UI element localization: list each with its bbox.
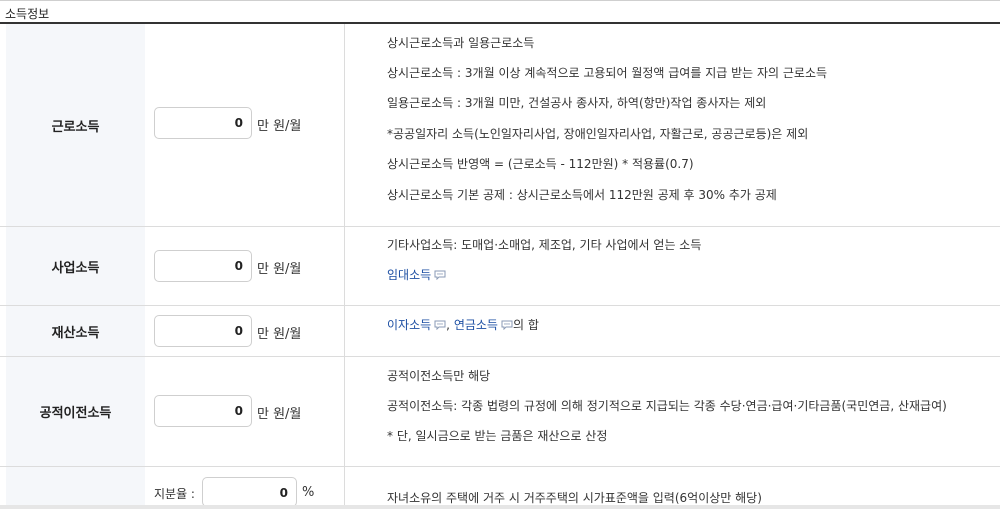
earned-income-input[interactable]: 0 (154, 107, 252, 139)
row-label: 사업소득 (6, 227, 145, 305)
row-label: 근로소득 (6, 24, 145, 226)
share-ratio-label: 지분율 : (154, 487, 195, 501)
section-header: 소득정보 (0, 0, 1000, 24)
property-income-input[interactable]: 0 (154, 315, 252, 347)
separator: , (446, 318, 454, 332)
share-ratio-unit: % (302, 485, 315, 500)
help-icon[interactable] (434, 320, 446, 330)
share-ratio-input[interactable]: 0 (202, 477, 297, 507)
property-desc: 이자소득, 연금소득 의 합 (387, 316, 539, 333)
desc-line: 기타사업소득: 도매업·소매업, 제조업, 기타 사업에서 얻는 소득 (387, 238, 702, 252)
row-housing: 지분율 : 0 % 자녀소유의 주택에 거주 시 거주주택의 시가표준액을 입력… (0, 467, 1000, 509)
unit-label: 만 원/월 (257, 407, 302, 422)
help-icon[interactable] (434, 270, 446, 280)
desc-line: 공적이전소득만 해당 (387, 369, 491, 383)
interest-income-link[interactable]: 이자소득 (387, 318, 431, 332)
desc-line: 공적이전소득: 각종 법령의 규정에 의해 정기적으로 지급되는 각종 수당·연… (387, 399, 947, 413)
row-earned-income: 근로소득 0 만 원/월 상시근로소득과 일용근로소득 상시근로소득 : 3개월… (0, 24, 1000, 227)
public-transfer-income-input[interactable]: 0 (154, 395, 252, 427)
row-label: 공적이전소득 (6, 357, 145, 466)
bottom-scroll-edge (0, 505, 1000, 509)
unit-label: 만 원/월 (257, 262, 302, 277)
desc-line: 일용근로소득 : 3개월 미만, 건설공사 종사자, 하역(항만)작업 종사자는… (387, 96, 767, 110)
desc-line: 상시근로소득 : 3개월 이상 계속적으로 고용되어 월정액 급여를 지급 받는… (387, 66, 828, 80)
desc-line: 상시근로소득 기본 공제 : 상시근로소득에서 112만원 공제 후 30% 추… (387, 188, 777, 202)
desc-line: *공공일자리 소득(노인일자리사업, 장애인일자리사업, 자활근로, 공공근로등… (387, 127, 809, 141)
row-property-income: 재산소득 0 만 원/월 이자소득, 연금소득 의 합 (0, 306, 1000, 357)
row-business-income: 사업소득 0 만 원/월 기타사업소득: 도매업·소매업, 제조업, 기타 사업… (0, 227, 1000, 306)
row-public-transfer-income: 공적이전소득 0 만 원/월 공적이전소득만 해당 공적이전소득: 각종 법령의… (0, 357, 1000, 467)
rental-income-link[interactable]: 임대소득 (387, 268, 431, 282)
section-title: 소득정보 (5, 7, 50, 21)
unit-label: 만 원/월 (257, 327, 302, 342)
rental-income-link-wrap: 임대소득 (387, 266, 446, 283)
pension-income-link[interactable]: 연금소득 (454, 318, 498, 332)
unit-label: 만 원/월 (257, 119, 302, 134)
suffix-text: 의 합 (512, 318, 539, 332)
row-label: 재산소득 (6, 306, 145, 356)
help-icon[interactable] (501, 320, 513, 330)
business-income-input[interactable]: 0 (154, 250, 252, 282)
desc-line: * 단, 일시금으로 받는 금품은 재산으로 산정 (387, 429, 608, 443)
desc-line: 상시근로소득과 일용근로소득 (387, 36, 535, 50)
housing-desc: 자녀소유의 주택에 거주 시 거주주택의 시가표준액을 입력(6억이상만 해당) (387, 491, 762, 505)
desc-line: 상시근로소득 반영액 = (근로소득 - 112만원) * 적용률(0.7) (387, 157, 694, 171)
